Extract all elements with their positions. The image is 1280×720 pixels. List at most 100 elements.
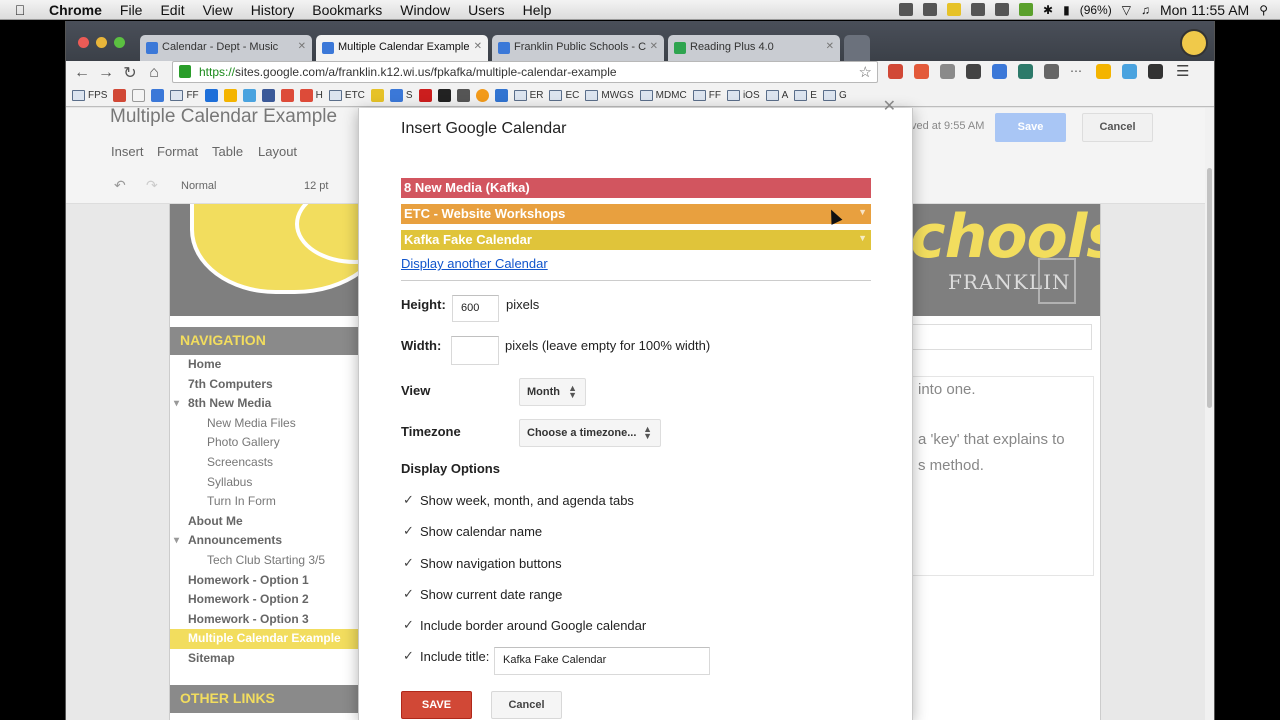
calendar-entry[interactable]: 8 New Media (Kafka) bbox=[401, 178, 871, 198]
bookmark-folder-mwgs[interactable]: MWGS bbox=[585, 90, 634, 101]
bookmark-youtube[interactable] bbox=[418, 89, 432, 102]
bookmark-twitter[interactable] bbox=[242, 89, 256, 102]
menu-help[interactable]: Help bbox=[514, 2, 561, 18]
bookmark-k[interactable] bbox=[456, 89, 470, 102]
nav-item-8th-new-media[interactable]: 8th New Media bbox=[170, 394, 360, 414]
bookmark-d[interactable] bbox=[204, 89, 218, 102]
bookmark-doc[interactable] bbox=[132, 89, 146, 102]
close-tab-icon[interactable]: ✕ bbox=[474, 41, 482, 52]
menu-bookmarks[interactable]: Bookmarks bbox=[303, 2, 391, 18]
more-extensions-icon[interactable]: ⋯ bbox=[1070, 64, 1085, 79]
cancel-button[interactable]: Cancel bbox=[491, 691, 562, 719]
wifi-icon[interactable]: ▽ bbox=[1122, 3, 1131, 17]
save-button[interactable]: SAVE bbox=[401, 691, 472, 719]
paragraph-style-select[interactable]: Normal bbox=[181, 180, 216, 192]
option-show-tabs[interactable]: ✓ Show week, month, and agenda tabs bbox=[401, 491, 634, 509]
option-show-current-date-range[interactable]: ✓ Show current date range bbox=[401, 585, 562, 603]
menu-window[interactable]: Window bbox=[391, 2, 459, 18]
height-input[interactable]: 600 bbox=[452, 295, 499, 322]
nav-item-new-media-files[interactable]: New Media Files bbox=[170, 414, 360, 434]
menu-format[interactable]: Format bbox=[157, 144, 198, 159]
bookmark-delicious[interactable] bbox=[494, 89, 508, 102]
timezone-select[interactable]: Choose a timezone... ▲ ▼ bbox=[519, 419, 661, 447]
nav-item-screencasts[interactable]: Screencasts bbox=[170, 453, 360, 473]
close-tab-icon[interactable]: ✕ bbox=[298, 41, 306, 52]
menu-history[interactable]: History bbox=[242, 2, 304, 18]
bookmark-calendar[interactable] bbox=[151, 89, 165, 102]
home-icon[interactable]: ⌂ bbox=[142, 64, 166, 82]
calendar-entry[interactable]: ETC - Website Workshops ▼ bbox=[401, 204, 871, 224]
extension-icon[interactable] bbox=[1122, 64, 1137, 79]
clock[interactable]: Mon 11:55 AM bbox=[1160, 2, 1249, 18]
bookmark-folder-fps[interactable]: FPS bbox=[72, 90, 107, 101]
bookmark-folder-ff[interactable]: FF bbox=[692, 90, 721, 101]
nav-item-sitemap[interactable]: Sitemap bbox=[170, 649, 360, 669]
tab-reading-plus[interactable]: Reading Plus 4.0 ✕ bbox=[668, 35, 840, 61]
chevron-down-icon[interactable]: ▼ bbox=[858, 207, 867, 217]
cancel-edit-button[interactable]: Cancel bbox=[1082, 113, 1153, 142]
menu-edit[interactable]: Edit bbox=[151, 2, 193, 18]
extension-icon[interactable] bbox=[914, 64, 929, 79]
option-include-title[interactable]: ✓ Include title: bbox=[401, 647, 489, 665]
nav-item-homework-2[interactable]: Homework - Option 2 bbox=[170, 590, 360, 610]
bookmark-amazon[interactable] bbox=[437, 89, 451, 102]
checkbox-checked-icon[interactable]: ✓ bbox=[401, 648, 416, 664]
nav-item-homework-1[interactable]: Homework - Option 1 bbox=[170, 571, 360, 591]
volume-icon[interactable]: ♫ bbox=[1141, 3, 1150, 17]
nav-item-turn-in-form[interactable]: Turn In Form bbox=[170, 492, 360, 512]
menu-view[interactable]: View bbox=[194, 2, 242, 18]
bookmark-gmail[interactable] bbox=[113, 89, 127, 102]
bookmark-folder-ios[interactable]: iOS bbox=[726, 90, 760, 101]
bookmark-yellow[interactable] bbox=[370, 89, 384, 102]
tab-multiple-calendar-example[interactable]: Multiple Calendar Example ✕ bbox=[316, 35, 488, 61]
screen-icon[interactable] bbox=[995, 3, 1010, 16]
bluetooth-icon[interactable]: ✱ bbox=[1043, 3, 1053, 17]
address-bar[interactable]: https://sites.google.com/a/franklin.k12.… bbox=[172, 61, 878, 83]
nav-item-announcements[interactable]: Announcements bbox=[170, 531, 360, 551]
option-show-navigation-buttons[interactable]: ✓ Show navigation buttons bbox=[401, 554, 562, 572]
site-search-input[interactable] bbox=[912, 324, 1092, 350]
title-input[interactable]: Kafka Fake Calendar bbox=[494, 647, 710, 675]
close-tab-icon[interactable]: ✕ bbox=[650, 41, 658, 52]
bookmark-h[interactable]: H bbox=[299, 89, 323, 102]
close-dialog-icon[interactable]: ✕ bbox=[883, 96, 896, 116]
menu-app-name[interactable]: Chrome bbox=[40, 2, 111, 18]
reload-icon[interactable]: ↻ bbox=[118, 63, 142, 83]
google-drive-icon[interactable] bbox=[1096, 64, 1111, 79]
tool-icon[interactable] bbox=[923, 3, 938, 16]
option-include-border[interactable]: ✓ Include border around Google calendar bbox=[401, 616, 646, 634]
spotlight-search-icon[interactable]: ⚲ bbox=[1259, 3, 1268, 17]
extension-icon[interactable] bbox=[1044, 64, 1059, 79]
checkbox-checked-icon[interactable]: ✓ bbox=[401, 586, 416, 602]
checkbox-checked-icon[interactable]: ✓ bbox=[401, 492, 416, 508]
forward-arrow-icon[interactable]: → bbox=[94, 64, 118, 82]
display-another-calendar-link[interactable]: Display another Calendar bbox=[401, 256, 548, 271]
tab-calendar-dept-music[interactable]: Calendar - Dept - Music ✕ bbox=[140, 35, 312, 61]
sync-icon[interactable] bbox=[899, 3, 914, 16]
option-show-calendar-name[interactable]: ✓ Show calendar name bbox=[401, 522, 542, 540]
menu-file[interactable]: File bbox=[111, 2, 152, 18]
extension-icon[interactable] bbox=[992, 64, 1007, 79]
menu-icon[interactable]: ☰ bbox=[1176, 62, 1191, 80]
save-page-button[interactable]: Save bbox=[995, 113, 1066, 142]
extension-icon[interactable] bbox=[1148, 64, 1163, 79]
nav-item-home[interactable]: Home bbox=[170, 355, 360, 375]
undo-icon[interactable]: ↶ bbox=[114, 177, 126, 194]
nav-item-about-me[interactable]: About Me bbox=[170, 512, 360, 532]
bookmark-drive[interactable] bbox=[223, 89, 237, 102]
extension-icon[interactable] bbox=[888, 64, 903, 79]
menu-layout[interactable]: Layout bbox=[258, 144, 297, 159]
scrollbar-thumb[interactable] bbox=[1207, 168, 1212, 408]
page-scrollbar[interactable] bbox=[1205, 108, 1214, 720]
menu-table[interactable]: Table bbox=[212, 144, 243, 159]
bookmark-folder-etc[interactable]: ETC bbox=[328, 90, 365, 101]
width-input[interactable] bbox=[451, 336, 499, 365]
font-size-select[interactable]: 12 pt bbox=[304, 180, 328, 192]
bookmark-ff[interactable]: FF bbox=[170, 90, 199, 101]
eyedropper-icon[interactable] bbox=[966, 64, 981, 79]
notes-icon[interactable] bbox=[947, 3, 962, 16]
close-window-icon[interactable] bbox=[78, 37, 89, 48]
extension-icon[interactable] bbox=[1018, 64, 1033, 79]
checkbox-checked-icon[interactable]: ✓ bbox=[401, 523, 416, 539]
bookmark-gplus[interactable] bbox=[280, 89, 294, 102]
